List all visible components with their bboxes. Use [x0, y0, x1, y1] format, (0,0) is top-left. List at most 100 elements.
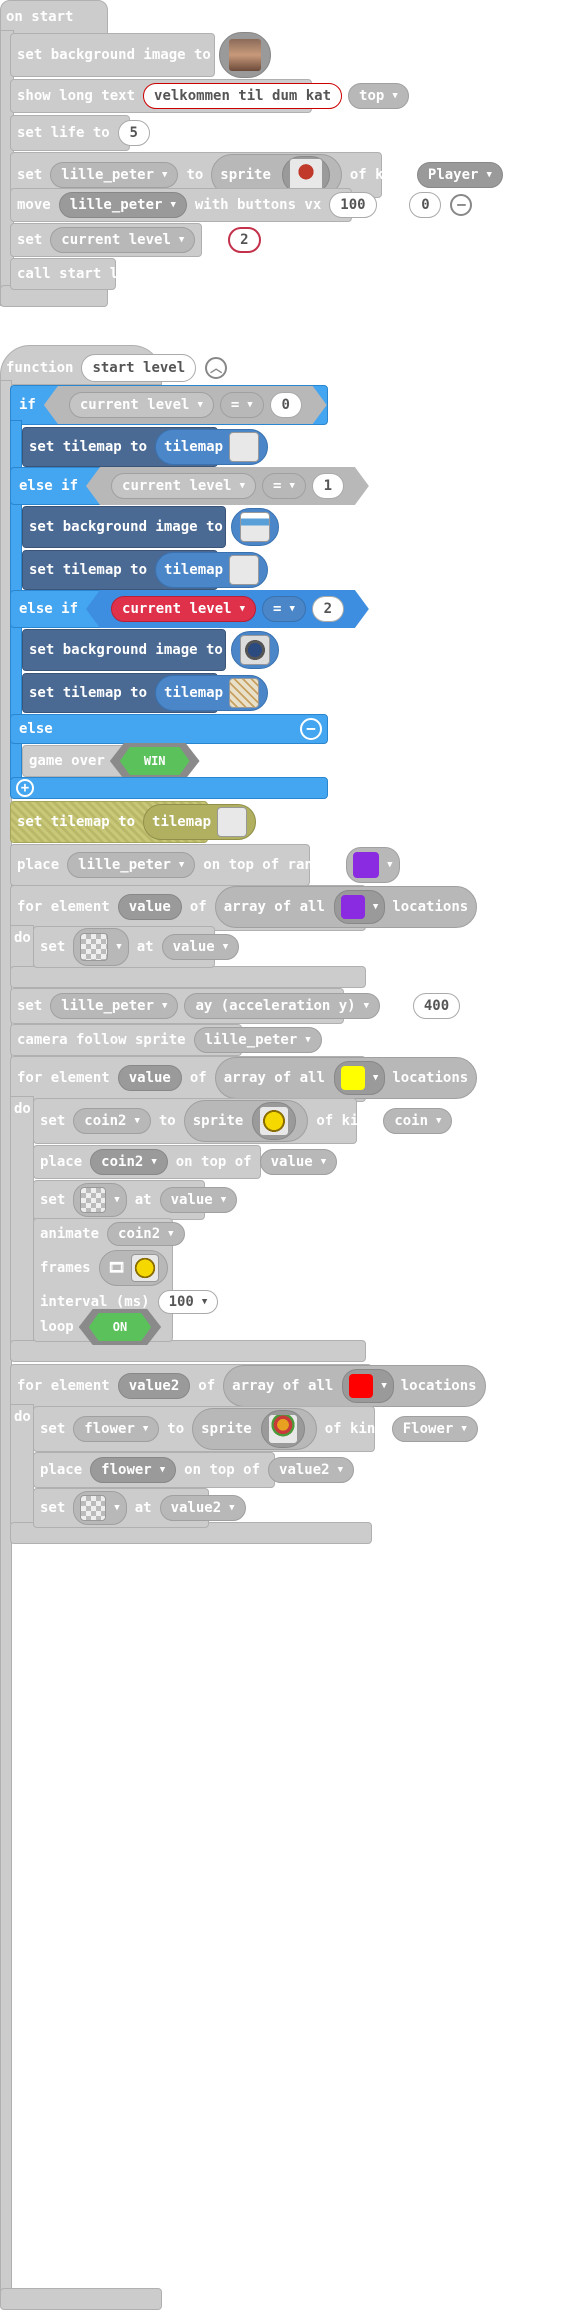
flower-variable-dropdown[interactable]: flower — [73, 1416, 160, 1442]
tilemap-thumbnail-icon-2 — [229, 678, 260, 708]
tilemap-picker-3[interactable]: tilemap — [143, 804, 257, 840]
function-name-input[interactable]: start level — [81, 354, 197, 382]
loop-on-label: ON — [89, 1313, 151, 1341]
condition-0[interactable]: current level = 0 — [44, 386, 327, 424]
on-top-of-value2-dropdown[interactable]: value2 — [268, 1457, 355, 1483]
if-footer — [10, 777, 328, 799]
chevron-up-icon[interactable]: ︿ — [205, 357, 228, 379]
move-label: move — [17, 197, 51, 213]
set-tilemap-label-1: set tilemap to — [29, 562, 148, 578]
ay-value-input[interactable]: 400 — [412, 993, 461, 1019]
long-text-input[interactable]: velkommen til dum kat — [143, 83, 343, 109]
condition-2[interactable]: current level = 2 — [86, 590, 369, 628]
set-life-label: set life to — [17, 125, 110, 141]
tilemap-picker-0[interactable]: tilemap — [155, 429, 269, 465]
value-variable-pill[interactable]: value — [117, 894, 182, 920]
kind-coin-dropdown[interactable]: coin — [383, 1108, 453, 1134]
background-image-picker[interactable] — [218, 32, 271, 78]
place-coin-label: place — [40, 1154, 83, 1170]
place-coin-dropdown[interactable]: coin2 — [90, 1149, 168, 1175]
place-sprite-dropdown[interactable]: lille_peter — [67, 852, 196, 878]
ay-property-dropdown[interactable]: ay (acceleration y) — [184, 993, 381, 1019]
condition-value-1[interactable]: 1 — [312, 473, 344, 499]
for-element-label: for element — [17, 899, 110, 915]
vy-label: vy — [384, 197, 402, 213]
condition-1[interactable]: current level = 1 — [86, 467, 369, 505]
then-label: then — [334, 397, 369, 413]
current-level-var-dropdown-1[interactable]: current level — [111, 473, 256, 499]
ay-sprite-dropdown[interactable]: lille_peter — [50, 993, 179, 1019]
set-tile-label: set — [40, 939, 66, 955]
tilemap-picker-2[interactable]: tilemap — [155, 675, 269, 711]
flower-sprite-label: sprite — [201, 1421, 252, 1437]
condition-value-0[interactable]: 0 — [270, 392, 302, 418]
vx-input[interactable]: 100 — [329, 192, 377, 218]
kind-player-dropdown[interactable]: Player — [416, 162, 503, 188]
coin-sprite-block[interactable]: sprite — [183, 1100, 309, 1142]
remove-branch-icon[interactable]: − — [421, 475, 444, 497]
background-picker-2[interactable] — [230, 631, 279, 669]
value2-dropdown[interactable]: value2 — [159, 1495, 246, 1521]
eq-operator-dropdown-2[interactable]: = — [262, 596, 306, 622]
of-label: of — [189, 899, 207, 915]
frames-picker[interactable]: 🎞 — [98, 1250, 169, 1286]
value-variable-pill-2[interactable]: value — [117, 1065, 182, 1091]
sprite-variable-dropdown[interactable]: lille_peter — [50, 162, 179, 188]
coin-variable-dropdown[interactable]: coin2 — [73, 1108, 151, 1134]
value2-variable-pill[interactable]: value2 — [117, 1373, 191, 1399]
interval-value-dropdown[interactable]: 100 — [157, 1290, 219, 1314]
move-sprite-dropdown[interactable]: lille_peter — [58, 192, 187, 218]
place-label: place — [17, 857, 60, 873]
checker-tile-icon-3 — [80, 1495, 107, 1521]
purple-tile-dropdown[interactable] — [346, 847, 400, 883]
current-level-var-dropdown-2[interactable]: current level — [111, 596, 256, 622]
life-value-input[interactable]: 5 — [117, 120, 150, 146]
for-element-label-2: for element — [17, 1070, 110, 1086]
collapse-minus-icon[interactable]: − — [450, 194, 473, 216]
transparent-tile-dropdown-3[interactable] — [73, 1491, 127, 1525]
long-text-position-dropdown[interactable]: top — [348, 83, 409, 109]
of-kind-label: of kind — [349, 167, 409, 183]
place-flower-dropdown[interactable]: flower — [90, 1457, 177, 1483]
set-coin-label: set — [40, 1113, 66, 1129]
loop-toggle[interactable]: ON — [79, 1309, 161, 1345]
coin-to-label: to — [158, 1113, 176, 1129]
remove-branch-icon-2[interactable]: − — [421, 598, 444, 620]
background-picker-1[interactable] — [230, 508, 279, 546]
remove-else-icon[interactable]: − — [300, 718, 322, 740]
value-dropdown-2[interactable]: value — [159, 1187, 238, 1213]
yellow-tile-icon — [340, 1066, 365, 1090]
add-branch-icon[interactable]: + — [16, 779, 34, 797]
set-tile-label-3: set — [40, 1500, 66, 1516]
vy-input[interactable]: 0 — [409, 192, 442, 218]
array-of-all-block-2[interactable]: array of all locations — [214, 1057, 478, 1099]
current-level-dropdown[interactable]: current level — [50, 227, 196, 253]
kind-flower-dropdown[interactable]: Flower — [391, 1416, 478, 1442]
transparent-tile-dropdown[interactable] — [73, 928, 129, 966]
array-of-all-block[interactable]: array of all locations — [214, 886, 478, 928]
eq-operator-dropdown[interactable]: = — [220, 392, 264, 418]
animate-sprite-dropdown[interactable]: coin2 — [107, 1222, 185, 1246]
on-top-of-value-dropdown[interactable]: value — [259, 1149, 338, 1175]
flower-sprite-block[interactable]: sprite — [192, 1408, 317, 1450]
purple-tile-icon-2 — [340, 895, 365, 919]
current-level-var-dropdown[interactable]: current level — [69, 392, 214, 418]
win-toggle[interactable]: WIN — [110, 743, 200, 779]
condition-value-2[interactable]: 2 — [312, 596, 344, 622]
checker-tile-icon-2 — [80, 1187, 107, 1213]
tilemap-picker-1[interactable]: tilemap — [155, 552, 269, 588]
camera-sprite-dropdown[interactable]: lille_peter — [193, 1027, 322, 1053]
interval-label: interval (ms) — [40, 1294, 150, 1310]
eq-operator-dropdown-1[interactable]: = — [262, 473, 306, 499]
for-spine-2 — [10, 1096, 34, 1360]
transparent-tile-dropdown-2[interactable] — [73, 1183, 127, 1217]
array-of-all-block-3[interactable]: array of all locations — [223, 1365, 486, 1407]
current-level-value-input[interactable]: 2 — [228, 227, 261, 253]
character-sprite-icon[interactable] — [288, 158, 323, 192]
animate-label: animate — [40, 1226, 100, 1242]
for-footer-2 — [10, 1340, 366, 1362]
place-flower-label: place — [40, 1462, 83, 1478]
flower-of-kind-label: of kind — [324, 1421, 384, 1437]
value-dropdown[interactable]: value — [161, 934, 240, 960]
of-label-2: of — [189, 1070, 207, 1086]
